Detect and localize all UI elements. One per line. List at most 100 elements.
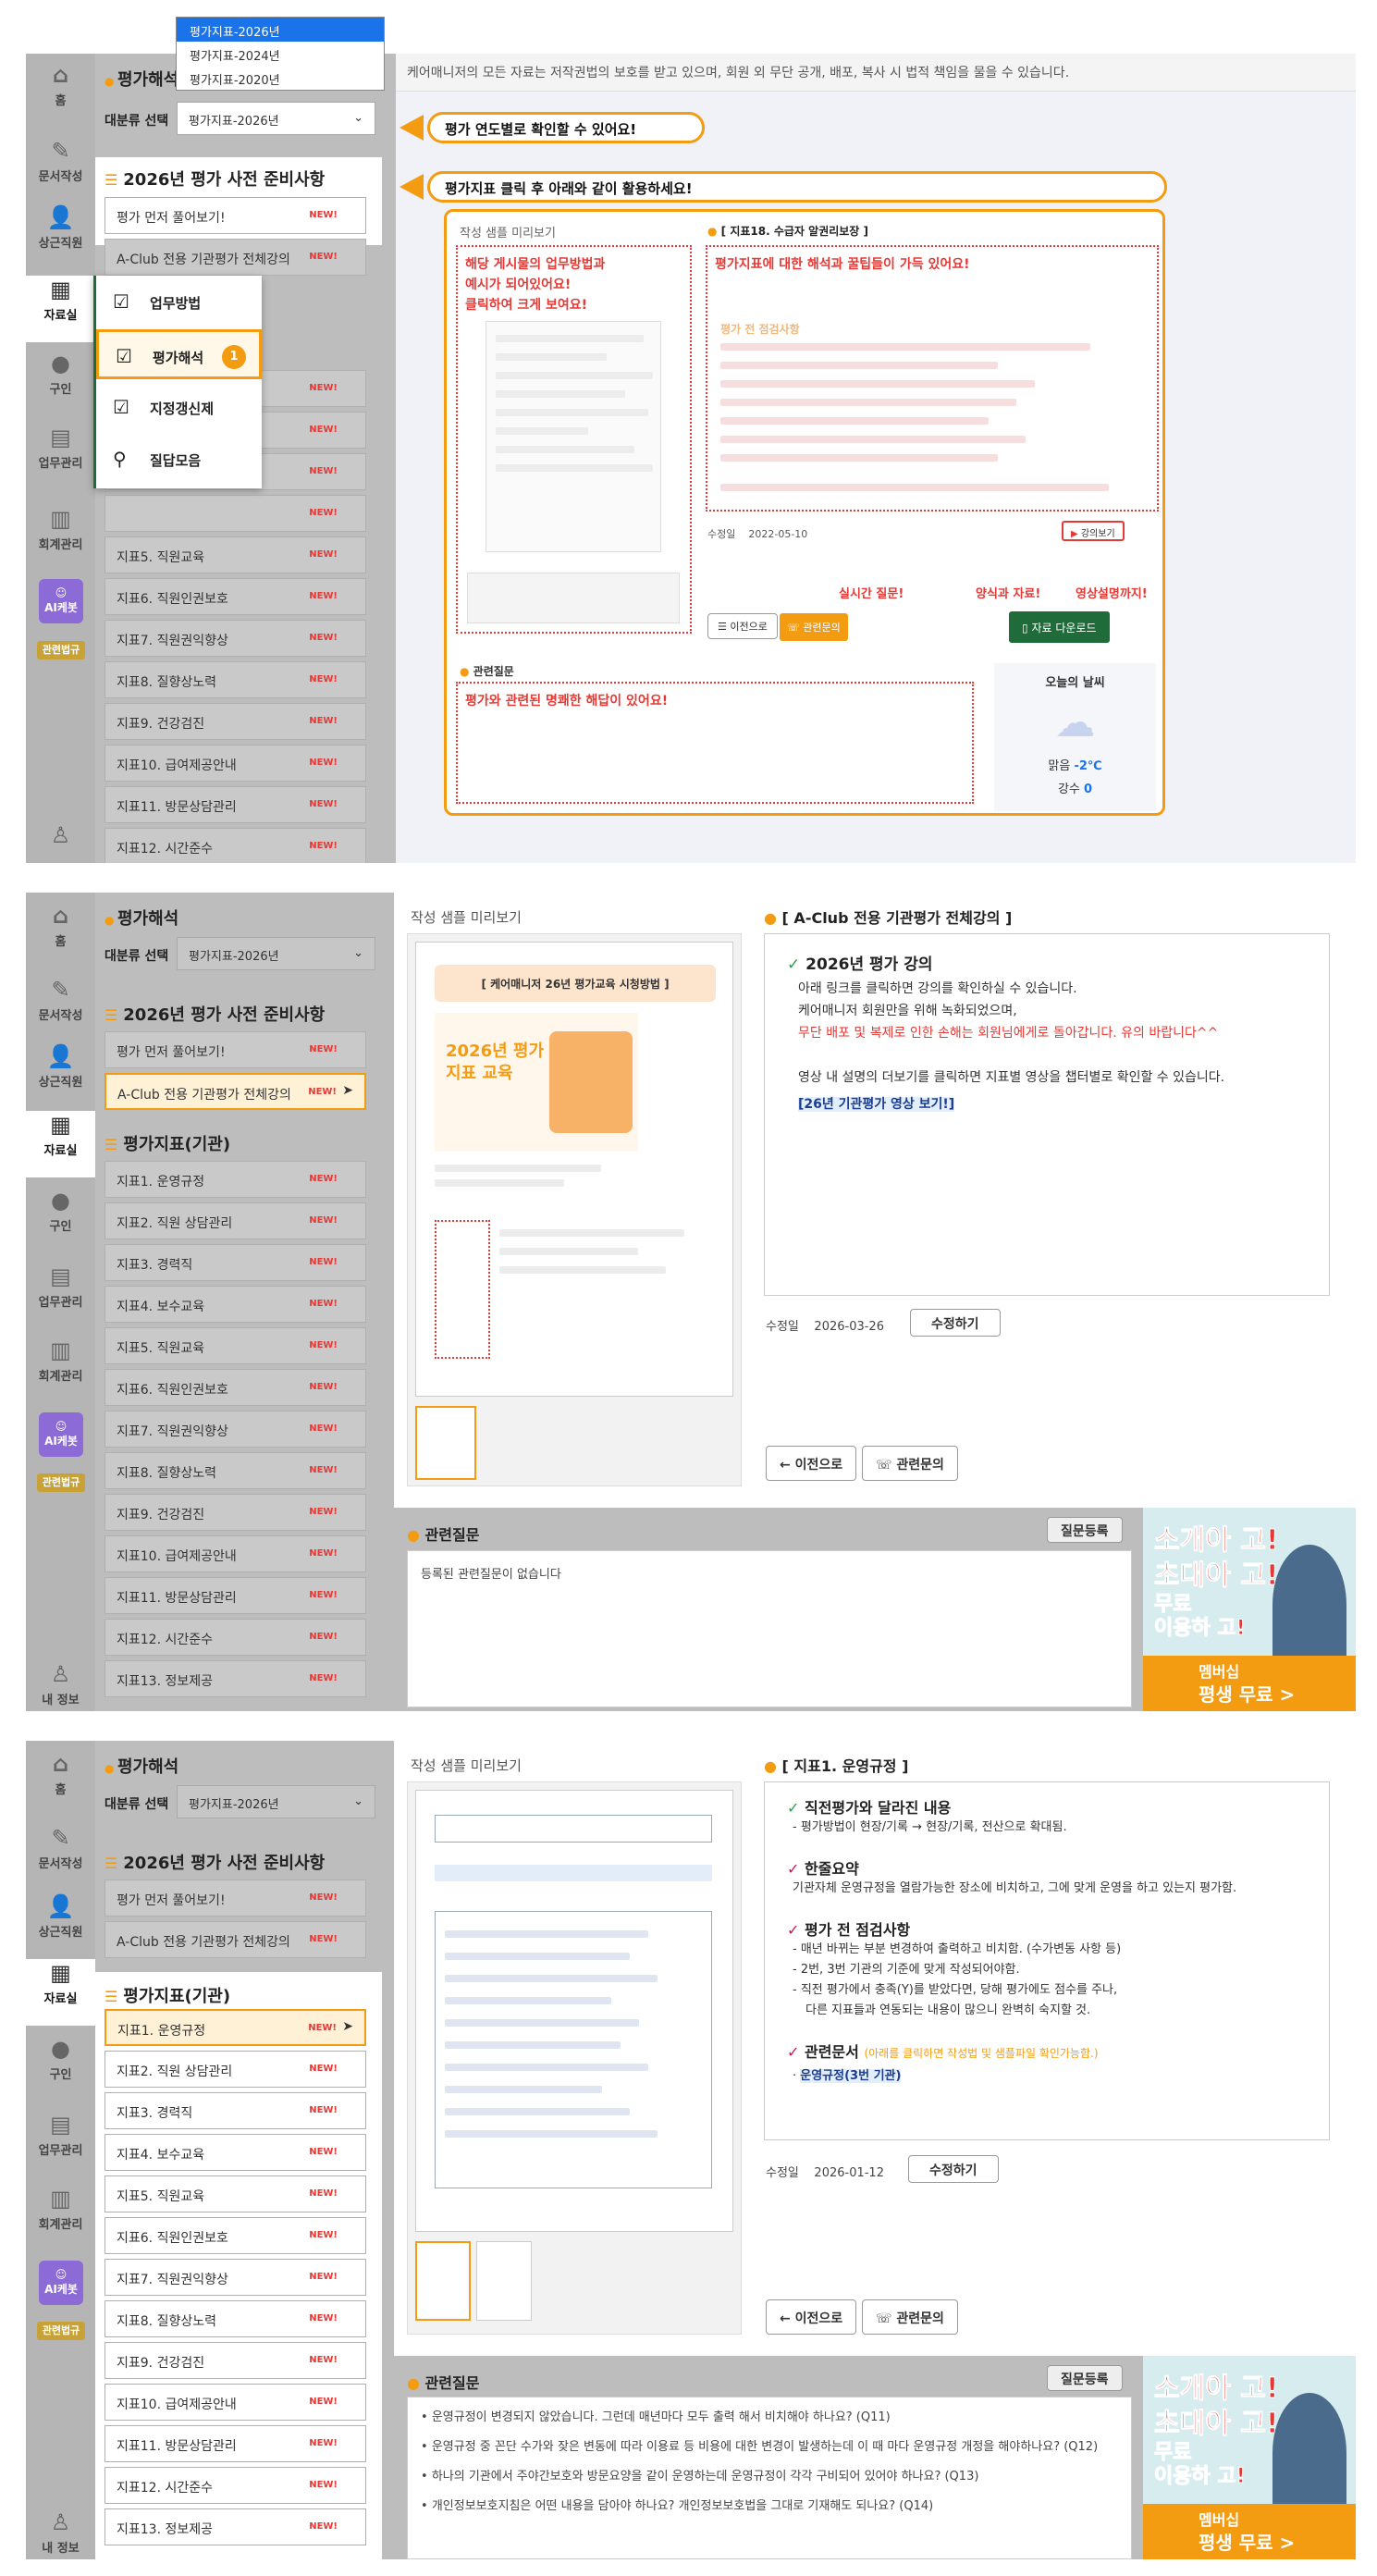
nav-myinfo[interactable]: ♙ 내 정보	[26, 1660, 95, 1711]
nav-district[interactable]: ● 구인	[26, 2035, 95, 2101]
index-item[interactable]: 지표11. 방문상담관리 NEW!	[105, 786, 366, 823]
index-item[interactable]: 지표12. 시간준수 NEW!	[105, 2467, 366, 2504]
index-item[interactable]: 지표7. 직원권익향상 NEW!	[105, 620, 366, 657]
nav-ai-bot[interactable]: ☺ AI케봇	[39, 579, 83, 623]
flyout-item[interactable]: ⚲ 질답모음	[96, 435, 262, 485]
doc-link[interactable]: · 운영규정(3번 기관)	[793, 2065, 1307, 2083]
nav-work[interactable]: ▤ 업무관리	[26, 424, 95, 490]
preview-area[interactable]: [ 케어매니저 26년 평가교육 시청방법 ] 2026년 평가지표 교육	[407, 933, 742, 1486]
thumbnail[interactable]	[415, 2241, 471, 2321]
question-item[interactable]: • 운영규정이 변경되지 않았습니다. 그런데 매년마다 모두 출력 해서 비치…	[421, 2407, 891, 2424]
prep-item[interactable]: 평가 먼저 풀어보기! NEW!	[105, 1880, 366, 1917]
index-item[interactable]: 지표2. 직원 상담관리 NEW!	[105, 1202, 366, 1239]
index-item[interactable]: 지표11. 방문상담관리 NEW!	[105, 2425, 366, 2462]
edit-button[interactable]: 수정하기	[908, 2155, 999, 2183]
nav-staff[interactable]: 👤 상근직원	[26, 1892, 95, 1959]
nav-docs[interactable]: ✎ 문서작성	[26, 137, 95, 203]
index-item[interactable]: 지표9. 건강검진 NEW!	[105, 1494, 366, 1531]
index-item[interactable]: 지표7. 직원권익향상 NEW!	[105, 1411, 366, 1448]
prev-button[interactable]: ← 이전으로	[766, 1446, 857, 1481]
nav-district[interactable]: ● 구인	[26, 350, 95, 416]
index-item[interactable]: 지표2. 직원 상담관리 NEW!	[105, 2051, 366, 2088]
flyout-item[interactable]: ☑ 지정갱신제	[96, 383, 262, 433]
index-item[interactable]: 지표1. 운영규정 NEW!	[105, 1161, 366, 1198]
preview-area[interactable]: 해당 게시물의 업무방법과 예시가 되어있어요! 클릭하여 크게 보여요!	[456, 245, 692, 634]
preview-area[interactable]	[407, 1781, 742, 2335]
index-item[interactable]: 지표11. 방문상담관리 NEW!	[105, 1577, 366, 1614]
nav-ai-bot[interactable]: ☺ AI케봇	[39, 1412, 83, 1457]
index-item[interactable]: 지표8. 질향상노력 NEW!	[105, 661, 366, 698]
index-item[interactable]: 지표13. 정보제공 NEW!	[105, 1660, 366, 1697]
lecture-button[interactable]: ▶ 강의보기	[1062, 521, 1125, 541]
membership-ad[interactable]: 소개아 고! 초대아 고! 무료 이용하 고! 멤버십 평생 무료 >	[1143, 2356, 1356, 2559]
index-item[interactable]: 지표3. 경력직 NEW!	[105, 1244, 366, 1281]
index-item[interactable]: 지표6. 직원인권보호 NEW!	[105, 1369, 366, 1406]
nav-law[interactable]: 관련법규	[37, 641, 85, 659]
index-item[interactable]: 지표10. 급여제공안내 NEW!	[105, 1535, 366, 1572]
index-item[interactable]: 지표8. 질향상노력 NEW!	[105, 2300, 366, 2337]
nav-docs[interactable]: ✎ 문서작성	[26, 1824, 95, 1891]
membership-ad[interactable]: 소개아 고! 초대아 고! 무료 이용하 고! 멤버십 평생 무료 >	[1143, 1508, 1356, 1711]
nav-law[interactable]: 관련법규	[37, 2322, 85, 2340]
index-item[interactable]: 지표10. 급여제공안내 NEW!	[105, 745, 366, 782]
year-select[interactable]: 평가지표-2026년 ⌄	[177, 102, 375, 135]
inquiry-button[interactable]: ☏ 관련문의	[780, 613, 848, 641]
prep-item[interactable]: 평가 먼저 풀어보기! NEW!	[105, 1031, 366, 1068]
ask-button[interactable]: 질문등록	[1047, 1517, 1123, 1543]
inquiry-button[interactable]: ☏ 관련문의	[862, 1446, 958, 1481]
question-item[interactable]: • 개인정보보호지침은 어떤 내용을 담아야 하나요? 개인정보보호법을 그대로…	[421, 2496, 933, 2513]
flyout-item-selected[interactable]: ☑ 평가해석 1	[96, 329, 262, 379]
inquiry-button[interactable]: ☏ 관련문의	[862, 2299, 958, 2335]
nav-home[interactable]: ⌂ 홈	[26, 61, 95, 128]
index-item[interactable]: 지표13. 정보제공 NEW!	[105, 2508, 366, 2545]
nav-myinfo[interactable]: ♙	[26, 821, 95, 863]
index-item-selected[interactable]: 지표1. 운영규정 NEW! ➤	[105, 2009, 366, 2046]
nav-work[interactable]: ▤ 업무관리	[26, 1263, 95, 1329]
dropdown-option[interactable]: 평가지표-2024년	[177, 42, 384, 66]
index-item[interactable]: 지표4. 보수교육 NEW!	[105, 1286, 366, 1323]
nav-home[interactable]: ⌂ 홈	[26, 902, 95, 968]
download-button[interactable]: ▯ 자료 다운로드	[1009, 611, 1110, 643]
prep-item-selected[interactable]: A-Club 전용 기관평가 전체강의 NEW! ➤	[105, 1073, 366, 1110]
nav-myinfo[interactable]: ♙ 내 정보	[26, 2508, 95, 2559]
index-item[interactable]: 지표5. 직원교육 NEW!	[105, 1327, 366, 1364]
thumbnail[interactable]	[415, 1406, 476, 1480]
nav-law[interactable]: 관련법규	[37, 1473, 85, 1492]
prev-button[interactable]: ☰ 이전으로	[707, 613, 778, 639]
flyout-item[interactable]: ☑ 업무방법	[96, 277, 262, 327]
question-item[interactable]: • 하나의 기관에서 주야간보호와 방문요양을 같이 운영하는데 운영규정이 각…	[421, 2466, 978, 2484]
index-item[interactable]: 지표10. 급여제공안내 NEW!	[105, 2384, 366, 2421]
index-item[interactable]: 지표3. 경력직 NEW!	[105, 2092, 366, 2129]
dropdown-option[interactable]: 평가지표-2026년	[177, 18, 384, 42]
question-item[interactable]: • 운영규정 중 꼰단 수가와 잦은 변동에 따라 이용료 등 비용에 대한 변…	[421, 2436, 1098, 2454]
nav-accounting[interactable]: ▥ 회계관리	[26, 505, 95, 572]
year-select[interactable]: 평가지표-2026년 ⌄	[177, 1785, 375, 1818]
thumbnail-strip[interactable]	[467, 573, 680, 623]
index-item[interactable]: 지표12. 시간준수 NEW!	[105, 828, 366, 863]
nav-district[interactable]: ● 구인	[26, 1187, 95, 1253]
index-item[interactable]: NEW!	[105, 495, 366, 532]
prep-item[interactable]: A-Club 전용 기관평가 전체강의 NEW!	[105, 1921, 366, 1958]
index-item[interactable]: 지표4. 보수교육 NEW!	[105, 2134, 366, 2171]
thumbnail[interactable]	[476, 2241, 532, 2321]
index-item[interactable]: 지표9. 건강검진 NEW!	[105, 703, 366, 740]
nav-accounting[interactable]: ▥ 회계관리	[26, 1337, 95, 1403]
dropdown-option[interactable]: 평가지표-2020년	[177, 66, 384, 90]
ask-button[interactable]: 질문등록	[1047, 2365, 1123, 2391]
index-item[interactable]: 지표9. 건강검진 NEW!	[105, 2342, 366, 2379]
nav-library[interactable]: ▦ 자료실	[26, 1959, 95, 2026]
nav-docs[interactable]: ✎ 문서작성	[26, 976, 95, 1042]
nav-staff[interactable]: 👤 상근직원	[26, 1042, 95, 1109]
year-select[interactable]: 평가지표-2026년 ⌄	[177, 937, 375, 970]
nav-accounting[interactable]: ▥ 회계관리	[26, 2185, 95, 2251]
prep-item[interactable]: 평가 먼저 풀어보기! NEW!	[105, 197, 366, 234]
video-link[interactable]: [26년 기관평가 영상 보기!]	[798, 1094, 1307, 1113]
nav-ai-bot[interactable]: ☺ AI케봇	[39, 2261, 83, 2305]
index-item[interactable]: 지표5. 직원교육 NEW!	[105, 2175, 366, 2212]
nav-staff[interactable]: 👤 상근직원	[26, 203, 95, 270]
nav-work[interactable]: ▤ 업무관리	[26, 2111, 95, 2177]
nav-library[interactable]: ▦ 자료실	[26, 1111, 95, 1177]
index-item[interactable]: 지표6. 직원인권보호 NEW!	[105, 2217, 366, 2254]
index-item[interactable]: 지표6. 직원인권보호 NEW!	[105, 578, 366, 615]
prep-item[interactable]: A-Club 전용 기관평가 전체강의 NEW!	[105, 239, 366, 276]
